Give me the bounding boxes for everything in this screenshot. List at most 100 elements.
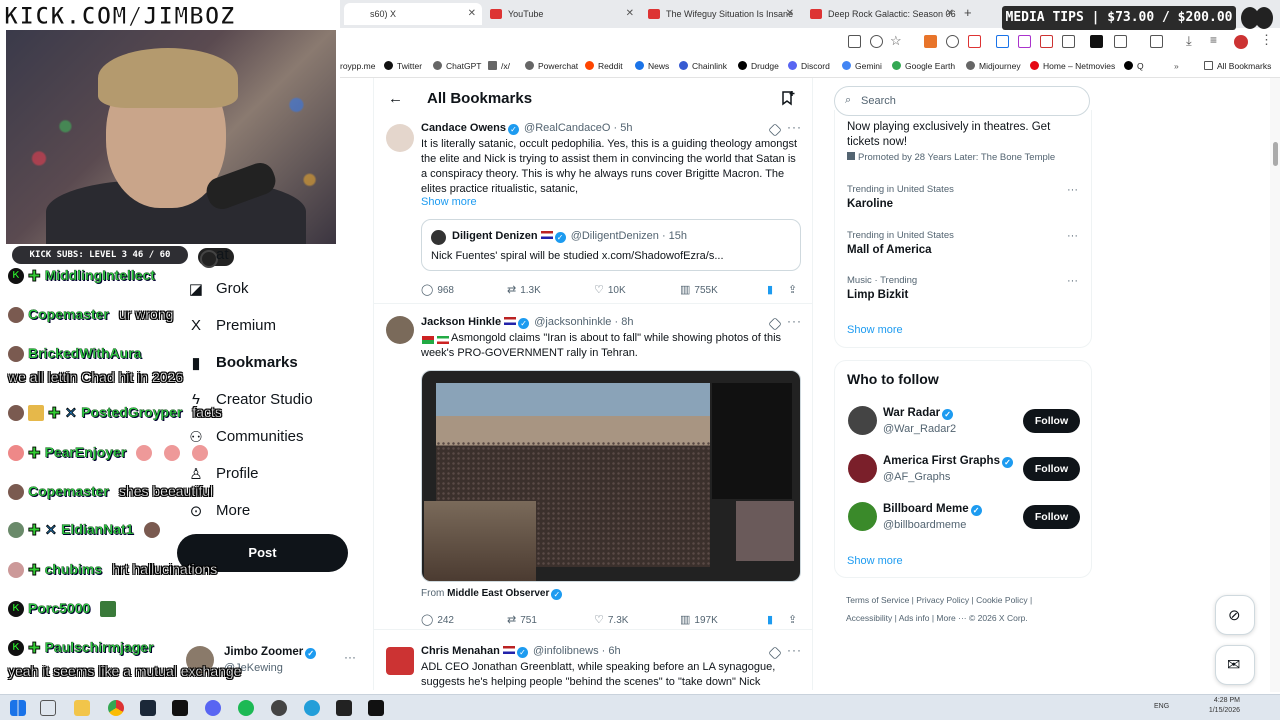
views-button[interactable]: ▥ 755K xyxy=(680,283,718,296)
follow-button[interactable]: Follow xyxy=(1023,409,1080,433)
grok-icon[interactable] xyxy=(768,317,782,331)
tab-deep-rock[interactable]: Deep Rock Galactic: Season 06 ✕ xyxy=(802,3,960,25)
bookmark-item[interactable]: Twitter xyxy=(384,61,422,71)
account-name[interactable]: War Radar ✓ xyxy=(883,407,955,420)
bookmark-item[interactable]: Q xyxy=(1124,61,1144,71)
close-tab-icon[interactable]: ✕ xyxy=(468,3,476,25)
tweet[interactable]: Chris Menahan ✓ @infolibnews · 6h ··· AD… xyxy=(374,641,812,690)
extension-icon[interactable] xyxy=(1040,35,1053,48)
steam-icon[interactable] xyxy=(140,700,156,716)
back-arrow-icon[interactable]: ← xyxy=(388,90,403,107)
quote-tweet[interactable]: Diligent Denizen ✓ @DiligentDenizen · 15… xyxy=(421,219,801,271)
x-icon[interactable] xyxy=(1090,35,1103,48)
messages-floating-button[interactable]: ✉ xyxy=(1215,645,1255,685)
chevron-right-icon[interactable]: » xyxy=(1174,61,1179,71)
account-name[interactable]: America First Graphs ✓ xyxy=(883,455,1015,468)
shield-icon[interactable] xyxy=(946,35,959,48)
more-dots-icon[interactable]: ··· xyxy=(1067,230,1078,242)
extension-icon[interactable] xyxy=(996,35,1009,48)
close-tab-icon[interactable]: ✕ xyxy=(786,3,794,25)
trend-item[interactable]: Music · Trending Limp Bizkit xyxy=(847,275,917,301)
more-dots-icon[interactable]: ··· xyxy=(787,120,802,134)
tweet[interactable]: Candace Owens ✓ @RealCandaceO · 5h ··· It… xyxy=(374,118,812,304)
obs-icon[interactable] xyxy=(336,700,352,716)
footer-link[interactable]: Terms of Service xyxy=(846,595,909,605)
language-indicator[interactable]: ENG xyxy=(1154,703,1169,710)
more-dots-icon[interactable]: ··· xyxy=(1067,184,1078,196)
show-more-link[interactable]: Show more xyxy=(421,196,477,208)
like-button[interactable]: ♡ 10K xyxy=(594,283,626,296)
repost-button[interactable]: ⇄ 1.3K xyxy=(507,283,541,296)
reply-button[interactable]: ◯ 242 xyxy=(421,613,454,626)
x-app-icon[interactable] xyxy=(368,700,384,716)
footer-link[interactable]: Cookie Policy xyxy=(976,595,1028,605)
zoom-icon[interactable] xyxy=(870,35,883,48)
extension-icon[interactable] xyxy=(968,35,981,48)
file-explorer-icon[interactable] xyxy=(74,700,90,716)
nav-bookmarks[interactable]: ▮ Bookmarks xyxy=(186,354,298,380)
bookmark-item[interactable]: Home – Netmovies xyxy=(1030,61,1115,71)
close-tab-icon[interactable]: ✕ xyxy=(946,3,954,25)
views-button[interactable]: ▥ 197K xyxy=(680,613,718,626)
promo-text[interactable]: Now playing exclusively in theatres. Get… xyxy=(847,120,1067,150)
show-more-link[interactable]: Show more xyxy=(847,324,903,336)
bookmark-button[interactable]: ▮ xyxy=(767,283,777,296)
extension-icon[interactable] xyxy=(1062,35,1075,48)
more-dots-icon[interactable]: ··· xyxy=(787,314,802,328)
task-view-icon[interactable] xyxy=(40,700,56,716)
tab-x[interactable]: s60) X ✕ xyxy=(344,3,482,25)
trend-item[interactable]: Trending in United States Karoline xyxy=(847,184,954,210)
metamask-icon[interactable] xyxy=(924,35,937,48)
share-button[interactable]: ⇪ xyxy=(788,283,801,296)
close-tab-icon[interactable]: ✕ xyxy=(626,3,634,25)
bookmark-item[interactable]: /x/ xyxy=(488,61,510,71)
more-dots-icon[interactable]: ··· xyxy=(787,643,802,657)
tweet[interactable]: Jackson Hinkle ✓ @jacksonhinkle · 8h ···… xyxy=(374,312,812,630)
tweet-media[interactable] xyxy=(421,370,801,582)
grok-icon[interactable] xyxy=(768,123,782,137)
follow-button[interactable]: Follow xyxy=(1023,505,1080,529)
nav-more[interactable]: ⊙ More xyxy=(186,502,250,528)
account-name[interactable]: Billboard Meme ✓ xyxy=(883,503,984,516)
bookmark-item[interactable]: Midjourney xyxy=(966,61,1021,71)
trend-item[interactable]: Trending in United States Mall of America xyxy=(847,230,954,256)
bookmark-item[interactable]: Drudge xyxy=(738,61,779,71)
grok-icon[interactable] xyxy=(768,646,782,660)
show-more-link[interactable]: Show more xyxy=(847,555,903,567)
windows-start-icon[interactable] xyxy=(10,700,26,716)
page-scrollbar[interactable] xyxy=(1270,78,1280,692)
bookmark-button[interactable]: ▮ xyxy=(767,613,777,626)
nav-grok[interactable]: ◪ Grok xyxy=(186,280,249,306)
bookmark-item[interactable]: News xyxy=(635,61,669,71)
more-dots-icon[interactable]: ··· xyxy=(344,650,356,664)
tab-youtube[interactable]: YouTube ✕ xyxy=(482,3,640,25)
star-icon[interactable]: ☆ xyxy=(890,33,902,49)
clock-time[interactable]: 4:28 PM xyxy=(1208,697,1240,704)
add-folder-icon[interactable] xyxy=(780,90,796,106)
discord-icon[interactable] xyxy=(205,700,221,716)
share-button[interactable]: ⇪ xyxy=(788,613,801,626)
bookmark-item[interactable]: Reddit xyxy=(585,61,623,71)
footer-link[interactable]: More ··· xyxy=(936,613,966,623)
footer-link[interactable]: Accessibility xyxy=(846,613,892,623)
telegram-icon[interactable] xyxy=(304,700,320,716)
bookmark-item[interactable]: ChatGPT xyxy=(433,61,481,71)
puzzle-icon[interactable] xyxy=(1114,35,1127,48)
menu-lines-icon[interactable]: ≡ xyxy=(1210,33,1217,47)
bookmark-item[interactable]: Discord xyxy=(788,61,830,71)
bookmark-item[interactable]: Gemini xyxy=(842,61,882,71)
repost-button[interactable]: ⇄ 751 xyxy=(507,613,537,626)
reply-button[interactable]: ◯ 968 xyxy=(421,283,454,296)
spotify-icon[interactable] xyxy=(238,700,254,716)
download-icon[interactable]: ⤓ xyxy=(1186,33,1192,49)
bookmark-item[interactable]: Chainlink xyxy=(679,61,727,71)
grok-floating-button[interactable]: ⊘ xyxy=(1215,595,1255,635)
bookmark-item[interactable]: Powerchat xyxy=(525,61,578,71)
sidepanel-icon[interactable] xyxy=(1150,35,1163,48)
clock-date[interactable]: 1/15/2026 xyxy=(1202,707,1240,714)
install-icon[interactable] xyxy=(848,35,861,48)
new-tab-button[interactable]: + xyxy=(964,5,972,20)
profile-avatar[interactable] xyxy=(1234,35,1248,49)
footer-link[interactable]: Privacy Policy xyxy=(916,595,969,605)
more-dots-icon[interactable]: ··· xyxy=(1067,275,1078,287)
